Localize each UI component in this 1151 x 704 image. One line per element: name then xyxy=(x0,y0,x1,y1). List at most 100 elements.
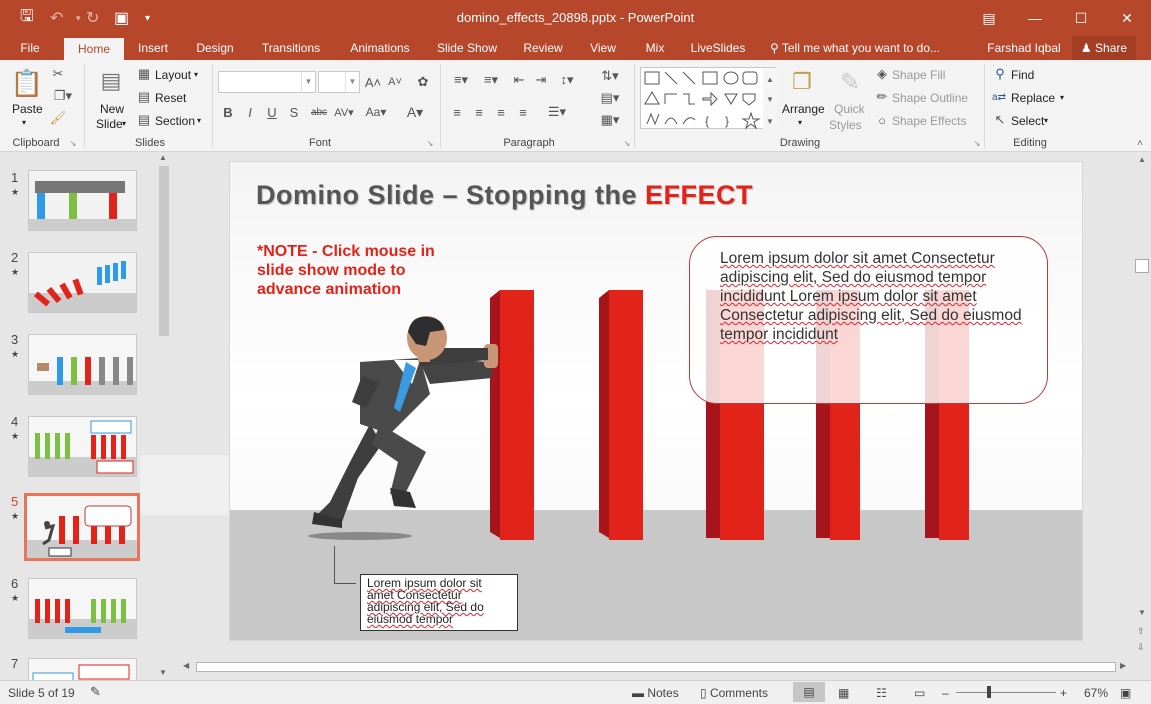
share-button[interactable]: ♟ Share xyxy=(1072,36,1136,60)
tab-view[interactable]: View xyxy=(582,36,624,60)
clipboard-launcher-icon[interactable]: ↘ xyxy=(68,138,78,148)
zoom-out-icon[interactable]: – xyxy=(942,686,949,700)
replace-button[interactable]: Replace xyxy=(1011,91,1055,105)
layout-button[interactable]: Layout xyxy=(155,68,191,82)
section-dropdown-icon[interactable]: ▾ xyxy=(197,116,201,125)
scroll-left-icon[interactable]: ◀ xyxy=(183,661,189,670)
decrease-font-icon[interactable]: A˅ xyxy=(386,73,404,91)
caption-text-box[interactable]: Lorem ipsum dolor sit amet Consectetur a… xyxy=(360,574,518,631)
replace-icon[interactable]: a⇄ xyxy=(990,90,1008,104)
minimize-icon[interactable]: — xyxy=(1012,0,1058,36)
tab-slide-show[interactable]: Slide Show xyxy=(430,36,504,60)
align-center-icon[interactable]: ≡ xyxy=(470,103,488,121)
drawing-launcher-icon[interactable]: ↘ xyxy=(972,138,982,148)
scrollbar-thumb[interactable] xyxy=(159,166,169,336)
paste-label[interactable]: Paste xyxy=(12,102,43,116)
scrollbar-thumb[interactable] xyxy=(1135,259,1149,273)
slide-thumbnail-7[interactable] xyxy=(28,658,137,680)
next-slide-icon[interactable]: ⇩ xyxy=(1137,642,1145,653)
maximize-icon[interactable]: ☐ xyxy=(1058,0,1104,36)
align-left-icon[interactable]: ≡ xyxy=(448,103,466,121)
shapes-gallery[interactable]: {} ▲ ▼ ▼ xyxy=(640,67,777,130)
quick-styles-label[interactable]: Quick xyxy=(834,102,865,116)
shape-effects-icon[interactable]: ○ xyxy=(874,113,890,128)
horizontal-scrollbar-thumb[interactable] xyxy=(196,662,1116,672)
comments-button[interactable]: ▯ Comments xyxy=(700,686,768,700)
slide-thumbnail-3[interactable] xyxy=(28,334,137,395)
spell-check-icon[interactable]: ✎ xyxy=(90,684,101,700)
select-dropdown-icon[interactable]: ▾ xyxy=(1044,116,1048,125)
close-icon[interactable]: ✕ xyxy=(1104,0,1150,36)
align-text-icon[interactable]: ▤▾ xyxy=(598,89,622,107)
bullets-icon[interactable]: ≡▾ xyxy=(448,71,474,89)
slide-sorter-icon[interactable]: ▦ xyxy=(838,686,849,700)
new-slide-icon[interactable]: ▤ xyxy=(96,66,126,96)
slide-thumbnail-6[interactable] xyxy=(28,578,137,639)
increase-indent-icon[interactable]: ⇥ xyxy=(532,71,550,89)
tab-transitions[interactable]: Transitions xyxy=(252,36,330,60)
reset-icon[interactable]: ▤ xyxy=(136,89,152,104)
format-painter-icon[interactable]: 🖌 xyxy=(50,110,67,126)
new-slide-dropdown-icon[interactable]: ▾ xyxy=(122,119,126,128)
tab-insert[interactable]: Insert xyxy=(130,36,176,60)
columns-icon[interactable]: ☰▾ xyxy=(544,103,570,121)
slide-scrollbar[interactable]: ▲ ▼ ⇧ ⇩ xyxy=(1133,153,1151,659)
current-slide[interactable]: Domino Slide – Stopping the EFFECT *NOTE… xyxy=(229,161,1083,641)
animation-note[interactable]: *NOTE - Click mouse in slide show mode t… xyxy=(257,242,457,299)
line-spacing-icon[interactable]: ↕▾ xyxy=(556,71,578,89)
numbering-icon[interactable]: ≡▾ xyxy=(478,71,504,89)
text-direction-icon[interactable]: ⇅▾ xyxy=(598,66,622,86)
slide-show-icon[interactable]: ▭ xyxy=(914,686,925,700)
font-name-box[interactable]: ▼ xyxy=(218,71,316,93)
normal-view-icon[interactable]: ▤ xyxy=(793,682,825,702)
tab-home[interactable]: Home xyxy=(64,38,124,60)
tab-animations[interactable]: Animations xyxy=(340,36,420,60)
shadow-text-icon[interactable]: S xyxy=(286,103,302,121)
shape-outline-button[interactable]: Shape Outline xyxy=(892,91,968,105)
increase-font-icon[interactable]: A˄ xyxy=(364,73,382,91)
character-spacing-icon[interactable]: AV▾ xyxy=(332,103,356,121)
scroll-up-icon[interactable]: ▲ xyxy=(159,153,167,162)
zoom-slider[interactable] xyxy=(956,692,1056,693)
zoom-in-icon[interactable]: + xyxy=(1060,686,1067,700)
tab-review[interactable]: Review xyxy=(516,36,570,60)
select-cursor-icon[interactable]: ↖ xyxy=(992,112,1008,127)
arrange-button[interactable]: Arrange xyxy=(782,102,825,116)
zoom-level[interactable]: 67% xyxy=(1084,686,1108,700)
scroll-down-icon[interactable]: ▼ xyxy=(1138,608,1146,617)
shape-fill-button[interactable]: Shape Fill xyxy=(892,68,945,82)
slide-thumbnail-5[interactable] xyxy=(24,493,140,561)
layout-icon[interactable]: ▦ xyxy=(136,66,152,81)
scroll-down-icon[interactable]: ▼ xyxy=(159,668,167,677)
section-icon[interactable]: ▤ xyxy=(136,112,152,127)
tab-mix[interactable]: Mix xyxy=(636,36,674,60)
section-button[interactable]: Section xyxy=(155,114,195,128)
reset-button[interactable]: Reset xyxy=(155,91,186,105)
underline-icon[interactable]: U xyxy=(264,103,280,121)
thumbnail-scrollbar[interactable]: ▲ ▼ xyxy=(156,153,172,680)
new-slide-label[interactable]: New xyxy=(100,102,124,116)
new-slide-label-2[interactable]: Slide xyxy=(96,117,123,131)
bold-icon[interactable]: B xyxy=(220,103,236,121)
smartart-icon[interactable]: ▦▾ xyxy=(598,111,622,129)
justify-icon[interactable]: ≡ xyxy=(514,103,532,121)
shape-effects-button[interactable]: Shape Effects xyxy=(892,114,967,128)
scroll-up-icon[interactable]: ▲ xyxy=(1138,155,1146,164)
slide-thumbnail-2[interactable] xyxy=(28,252,137,313)
font-color-icon[interactable]: A▾ xyxy=(402,103,428,121)
quick-styles-icon[interactable]: ✎ xyxy=(834,66,866,98)
paste-dropdown-icon[interactable]: ▾ xyxy=(22,118,26,127)
paste-icon[interactable]: 📋 xyxy=(11,66,43,100)
arrange-icon[interactable]: ❐ xyxy=(786,66,818,98)
callout-text-box[interactable]: Lorem ipsum dolor sit amet Consectetur a… xyxy=(689,236,1048,404)
change-case-icon[interactable]: Aa▾ xyxy=(362,103,390,121)
slide-thumbnail-4[interactable] xyxy=(28,416,137,477)
reading-view-icon[interactable]: ☷ xyxy=(876,686,887,700)
clear-formatting-icon[interactable]: ✿ xyxy=(414,73,432,91)
paragraph-launcher-icon[interactable]: ↘ xyxy=(622,138,632,148)
tell-me-box[interactable]: ⚲ Tell me what you want to do... xyxy=(770,36,954,60)
fit-to-window-icon[interactable]: ▣ xyxy=(1120,686,1131,700)
ribbon-display-icon[interactable]: ▤ xyxy=(966,0,1012,36)
collapse-ribbon-icon[interactable]: ˄ xyxy=(1134,138,1146,149)
font-size-box[interactable]: ▼ xyxy=(318,71,360,93)
